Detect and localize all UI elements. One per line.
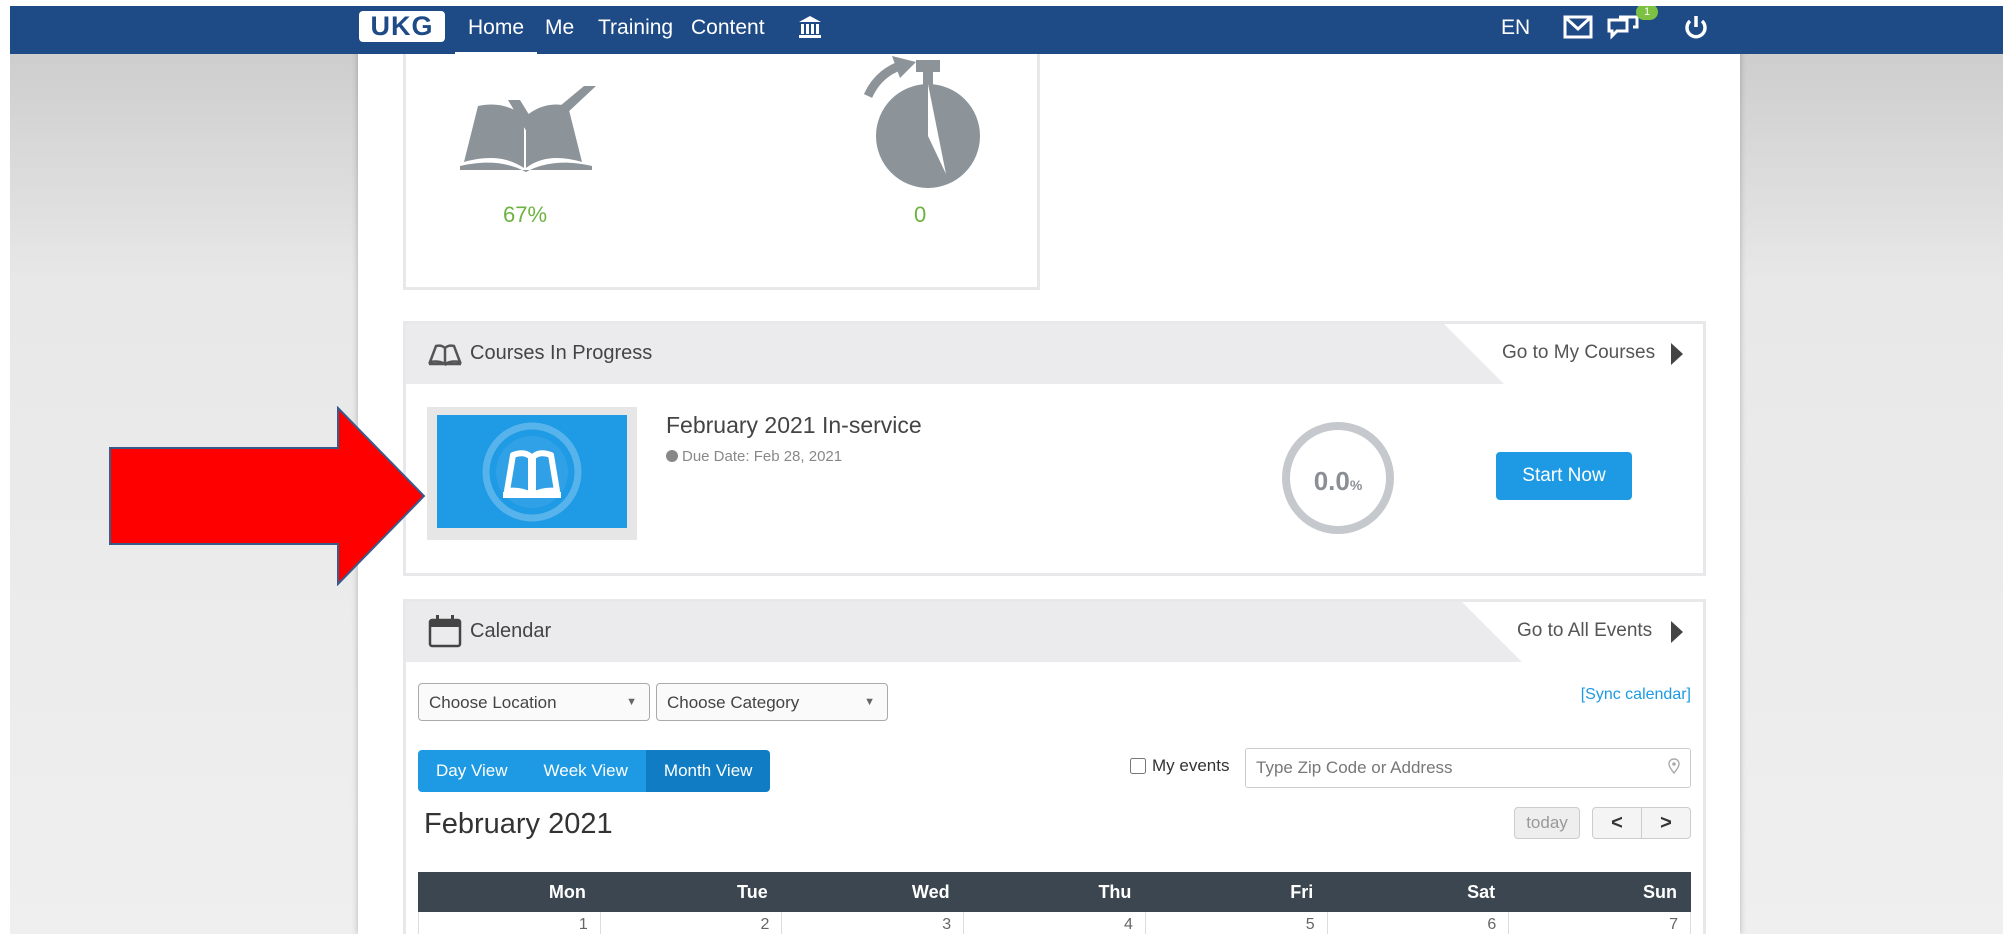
calendar-panel-header: Calendar Go to All Events [406, 602, 1703, 662]
calendar-day-cell[interactable]: 5 [1146, 912, 1328, 934]
month-view-button[interactable]: Month View [645, 750, 771, 792]
ukg-logo[interactable]: UKG [359, 11, 445, 42]
zip-search-input[interactable] [1245, 748, 1691, 788]
power-icon[interactable] [1683, 14, 1709, 45]
weekday-header: Mon Tue Wed Thu Fri Sat Sun [418, 872, 1691, 912]
book-check-icon [456, 82, 598, 177]
category-select-value: Choose Category [667, 693, 800, 712]
courses-panel-header: Courses In Progress Go to My Courses [406, 324, 1703, 384]
stopwatch-icon [856, 56, 986, 196]
course-progress-value: 0.0% [1290, 466, 1386, 497]
calendar-icon [428, 614, 462, 653]
today-button[interactable]: today [1514, 807, 1580, 839]
logo-text: UKG [370, 11, 434, 41]
nav-home[interactable]: Home [454, 16, 538, 55]
progress-number: 0.0 [1313, 466, 1350, 496]
next-month-button[interactable]: > [1642, 808, 1690, 838]
page-background: UKG Home Me Training Content EN 1 67% 0 … [10, 6, 2003, 934]
calendar-week-row: 1 2 3 4 5 6 7 [418, 912, 1692, 934]
chat-badge: 1 [1636, 6, 1658, 20]
calendar-panel: Calendar Go to All Events Choose Locatio… [403, 599, 1706, 934]
calendar-view-toggle: Day View Week View Month View [418, 750, 771, 792]
go-to-all-events[interactable]: Go to All Events [1462, 602, 1703, 662]
weekday-mon: Mon [548, 882, 586, 902]
due-date: Due Date: Feb 28, 2021 [666, 448, 842, 465]
course-thumbnail[interactable] [427, 407, 637, 540]
calendar-day-cell[interactable]: 2 [601, 912, 783, 934]
weekday-wed: Wed [911, 882, 950, 902]
caret-right-icon [1671, 621, 1683, 648]
progress-unit: % [1349, 477, 1363, 493]
nav-training[interactable]: Training [598, 16, 673, 40]
my-events-checkbox[interactable] [1130, 758, 1146, 774]
my-events-filter[interactable]: My events [1130, 756, 1229, 776]
nav-content[interactable]: Content [691, 16, 765, 40]
chat-icon[interactable] [1607, 14, 1639, 47]
top-nav: UKG Home Me Training Content EN 1 [10, 6, 2003, 55]
red-arrow-annotation [109, 406, 426, 586]
nav-me[interactable]: Me [545, 16, 574, 40]
library-icon[interactable] [797, 14, 823, 45]
course-thumbnail-image [437, 415, 627, 528]
week-view-button[interactable]: Week View [525, 750, 646, 792]
courses-panel: Courses In Progress Go to My Courses Feb… [403, 321, 1706, 576]
weekday-sat: Sat [1467, 882, 1496, 902]
calendar-day-cell[interactable]: 7 [1509, 912, 1692, 934]
course-title[interactable]: February 2021 In-service [666, 412, 922, 439]
dropdown-caret-icon: ▼ [864, 696, 875, 708]
weekday-fri: Fri [1290, 882, 1314, 902]
calendar-day-cell[interactable]: 4 [964, 912, 1146, 934]
courses-panel-title: Courses In Progress [470, 342, 653, 364]
category-select[interactable]: Choose Category ▼ [656, 683, 888, 721]
timer-stat: 0 [914, 202, 927, 227]
go-to-my-courses-label: Go to My Courses [1502, 342, 1656, 363]
due-date-text: Due Date: Feb 28, 2021 [682, 448, 843, 465]
sync-calendar-link[interactable]: [Sync calendar] [1581, 686, 1691, 704]
stats-card: 67% 0 [403, 36, 1040, 290]
mail-icon[interactable] [1563, 14, 1593, 45]
calendar-day-cell[interactable]: 1 [419, 912, 601, 934]
go-to-all-events-label: Go to All Events [1517, 620, 1653, 641]
location-select-value: Choose Location [429, 693, 557, 712]
course-progress-ring: 0.0% [1282, 422, 1394, 534]
weekday-thu: Thu [1098, 882, 1132, 902]
location-select[interactable]: Choose Location ▼ [418, 683, 650, 721]
stopwatch-small-icon [666, 450, 678, 462]
weekday-sun: Sun [1643, 882, 1678, 902]
month-title: February 2021 [424, 808, 613, 840]
open-book-icon [428, 342, 462, 371]
month-navigation: < > [1592, 807, 1691, 839]
language-selector[interactable]: EN [1501, 16, 1530, 40]
progress-stat: 67% [503, 202, 548, 227]
prev-month-button[interactable]: < [1593, 808, 1642, 838]
calendar-day-cell[interactable]: 6 [1328, 912, 1510, 934]
caret-right-icon [1671, 343, 1683, 370]
weekday-tue: Tue [737, 882, 768, 902]
dropdown-caret-icon: ▼ [626, 696, 637, 708]
start-now-button[interactable]: Start Now [1496, 452, 1632, 500]
map-pin-icon[interactable] [1668, 758, 1680, 775]
day-view-button[interactable]: Day View [418, 750, 526, 792]
calendar-day-cell[interactable]: 3 [782, 912, 965, 934]
go-to-my-courses[interactable]: Go to My Courses [1444, 324, 1703, 384]
calendar-panel-title: Calendar [470, 620, 552, 642]
my-events-label: My events [1152, 756, 1230, 775]
